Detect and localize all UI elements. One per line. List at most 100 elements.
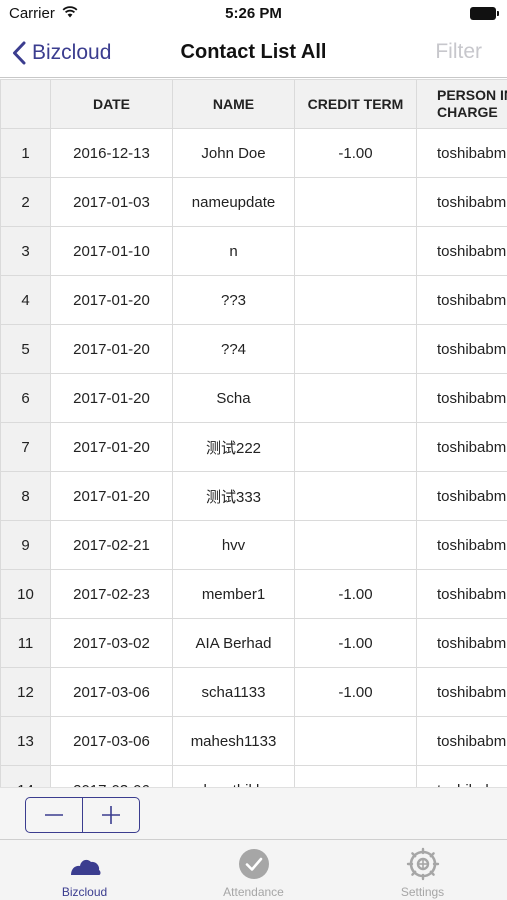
- credit-term-cell: [294, 471, 417, 521]
- decrement-button[interactable]: [26, 798, 82, 832]
- table-row[interactable]: 9 2017-02-21 hvv toshibabm: [0, 520, 507, 570]
- table-row[interactable]: 8 2017-01-20 测试333 toshibabm: [0, 471, 507, 521]
- tab-bizcloud[interactable]: Bizcloud: [0, 840, 169, 900]
- row-index-cell: 1: [0, 128, 51, 178]
- date-cell: 2017-01-20: [50, 471, 173, 521]
- person-in-charge-cell: toshibabm: [416, 618, 507, 668]
- table-row[interactable]: 142017-03-06kranthikk toshibabm: [0, 765, 507, 787]
- table-row[interactable]: 13 2017-03-06 mahesh1133 toshibabm: [0, 716, 507, 766]
- name-cell: scha1133: [172, 667, 295, 717]
- row-index-cell: 5: [0, 324, 51, 374]
- tab-attendance[interactable]: Attendance: [169, 840, 338, 900]
- person-in-charge-cell: toshibabm: [416, 275, 507, 325]
- contact-table: DATE NAME CREDIT TERM PERSON IN CHARGE 1…: [0, 79, 507, 787]
- name-cell: ??3: [172, 275, 295, 325]
- credit-term-cell: [294, 520, 417, 570]
- tab-label-bizcloud: Bizcloud: [61, 885, 108, 899]
- table-row[interactable]: 7 2017-01-20 测试222 toshibabm: [0, 422, 507, 472]
- row-index-cell: 7: [0, 422, 51, 472]
- credit-term-cell: -1.00: [294, 667, 417, 717]
- header-date[interactable]: DATE: [50, 79, 173, 129]
- header-credit-term[interactable]: CREDIT TERM: [294, 79, 417, 129]
- header-person-in-charge[interactable]: PERSON IN CHARGE: [416, 79, 507, 129]
- row-index-cell: 3: [0, 226, 51, 276]
- name-cell: AIA Berhad: [172, 618, 295, 668]
- plus-icon: [102, 806, 120, 824]
- credit-term-cell: [294, 324, 417, 374]
- date-cell: 2017-01-20: [50, 275, 173, 325]
- date-cell: 2017-01-03: [50, 177, 173, 227]
- tab-label-attendance: Attendance: [223, 885, 284, 899]
- person-in-charge-cell: toshibabm: [416, 324, 507, 374]
- person-in-charge-cell: toshibabm: [416, 373, 507, 423]
- chevron-left-icon: [13, 41, 26, 65]
- person-in-charge-cell: toshibabm: [416, 128, 507, 178]
- filter-button[interactable]: Filter: [435, 40, 482, 64]
- name-cell: 测试222: [172, 422, 295, 472]
- status-time: 5:26 PM: [225, 5, 282, 22]
- credit-term-cell: -1.00: [294, 618, 417, 668]
- name-cell: Scha: [172, 373, 295, 423]
- table-row[interactable]: 10 2017-02-23 member1 -1.00 toshibabm: [0, 569, 507, 619]
- increment-button[interactable]: [82, 798, 139, 832]
- table-row[interactable]: 3 2017-01-10 n toshibabm: [0, 226, 507, 276]
- date-cell: 2017-01-10: [50, 226, 173, 276]
- row-index-cell: 9: [0, 520, 51, 570]
- credit-term-cell: [294, 716, 417, 766]
- date-cell: 2017-01-20: [50, 373, 173, 423]
- name-cell: hvv: [172, 520, 295, 570]
- person-in-charge-cell: toshibabm: [416, 667, 507, 717]
- navigation-bar: Bizcloud Contact List All Filter: [0, 28, 507, 78]
- table-row[interactable]: 2 2017-01-03 nameupdate toshibabm: [0, 177, 507, 227]
- back-button[interactable]: Bizcloud: [12, 36, 111, 70]
- row-index-cell: 4: [0, 275, 51, 325]
- credit-term-cell: [294, 226, 417, 276]
- credit-term-cell: [294, 422, 417, 472]
- person-in-charge-cell: toshibabm: [416, 471, 507, 521]
- stepper-area: [0, 787, 507, 839]
- date-cell: 2017-03-06: [50, 765, 173, 787]
- tab-settings[interactable]: Settings: [338, 840, 507, 900]
- person-in-charge-cell: toshibabm: [416, 226, 507, 276]
- table-row[interactable]: 6 2017-01-20 Scha toshibabm: [0, 373, 507, 423]
- cloud-icon: [70, 859, 100, 875]
- table-row[interactable]: 5 2017-01-20 ??4 toshibabm: [0, 324, 507, 374]
- name-cell: member1: [172, 569, 295, 619]
- person-in-charge-cell: toshibabm: [416, 569, 507, 619]
- date-cell: 2017-01-20: [50, 324, 173, 374]
- header-name[interactable]: NAME: [172, 79, 295, 129]
- person-in-charge-cell: toshibabm: [416, 765, 507, 787]
- row-index-cell: 2: [0, 177, 51, 227]
- row-index-cell: 10: [0, 569, 51, 619]
- name-cell: mahesh1133: [172, 716, 295, 766]
- person-in-charge-cell: toshibabm: [416, 520, 507, 570]
- status-bar: Carrier 5:26 PM: [0, 0, 507, 28]
- person-in-charge-cell: toshibabm: [416, 177, 507, 227]
- table-row[interactable]: 1 2016-12-13 John Doe -1.00 toshibabm: [0, 128, 507, 178]
- page-stepper: [25, 797, 140, 833]
- name-cell: ??4: [172, 324, 295, 374]
- table-row[interactable]: 4 2017-01-20 ??3 toshibabm: [0, 275, 507, 325]
- credit-term-cell: [294, 275, 417, 325]
- table-row[interactable]: 12 2017-03-06 scha1133 -1.00 toshibabm: [0, 667, 507, 717]
- contact-table-container[interactable]: DATE NAME CREDIT TERM PERSON IN CHARGE 1…: [0, 79, 507, 787]
- checkmark-circle-icon: [238, 849, 269, 879]
- header-index: [0, 79, 51, 129]
- credit-term-cell: -1.00: [294, 569, 417, 619]
- date-cell: 2017-03-06: [50, 667, 173, 717]
- row-index-cell: 13: [0, 716, 51, 766]
- row-index-cell: 11: [0, 618, 51, 668]
- row-index-cell: 8: [0, 471, 51, 521]
- name-cell: John Doe: [172, 128, 295, 178]
- name-cell: 测试333: [172, 471, 295, 521]
- date-cell: 2017-01-20: [50, 422, 173, 472]
- row-index-cell: 14: [0, 765, 51, 787]
- credit-term-cell: [294, 765, 417, 787]
- person-in-charge-cell: toshibabm: [416, 716, 507, 766]
- header-person-line2: CHARGE: [437, 104, 498, 120]
- date-cell: 2017-02-23: [50, 569, 173, 619]
- table-row[interactable]: 11 2017-03-02 AIA Berhad -1.00 toshibabm: [0, 618, 507, 668]
- name-cell: n: [172, 226, 295, 276]
- date-cell: 2016-12-13: [50, 128, 173, 178]
- name-cell: kranthikk: [172, 765, 295, 787]
